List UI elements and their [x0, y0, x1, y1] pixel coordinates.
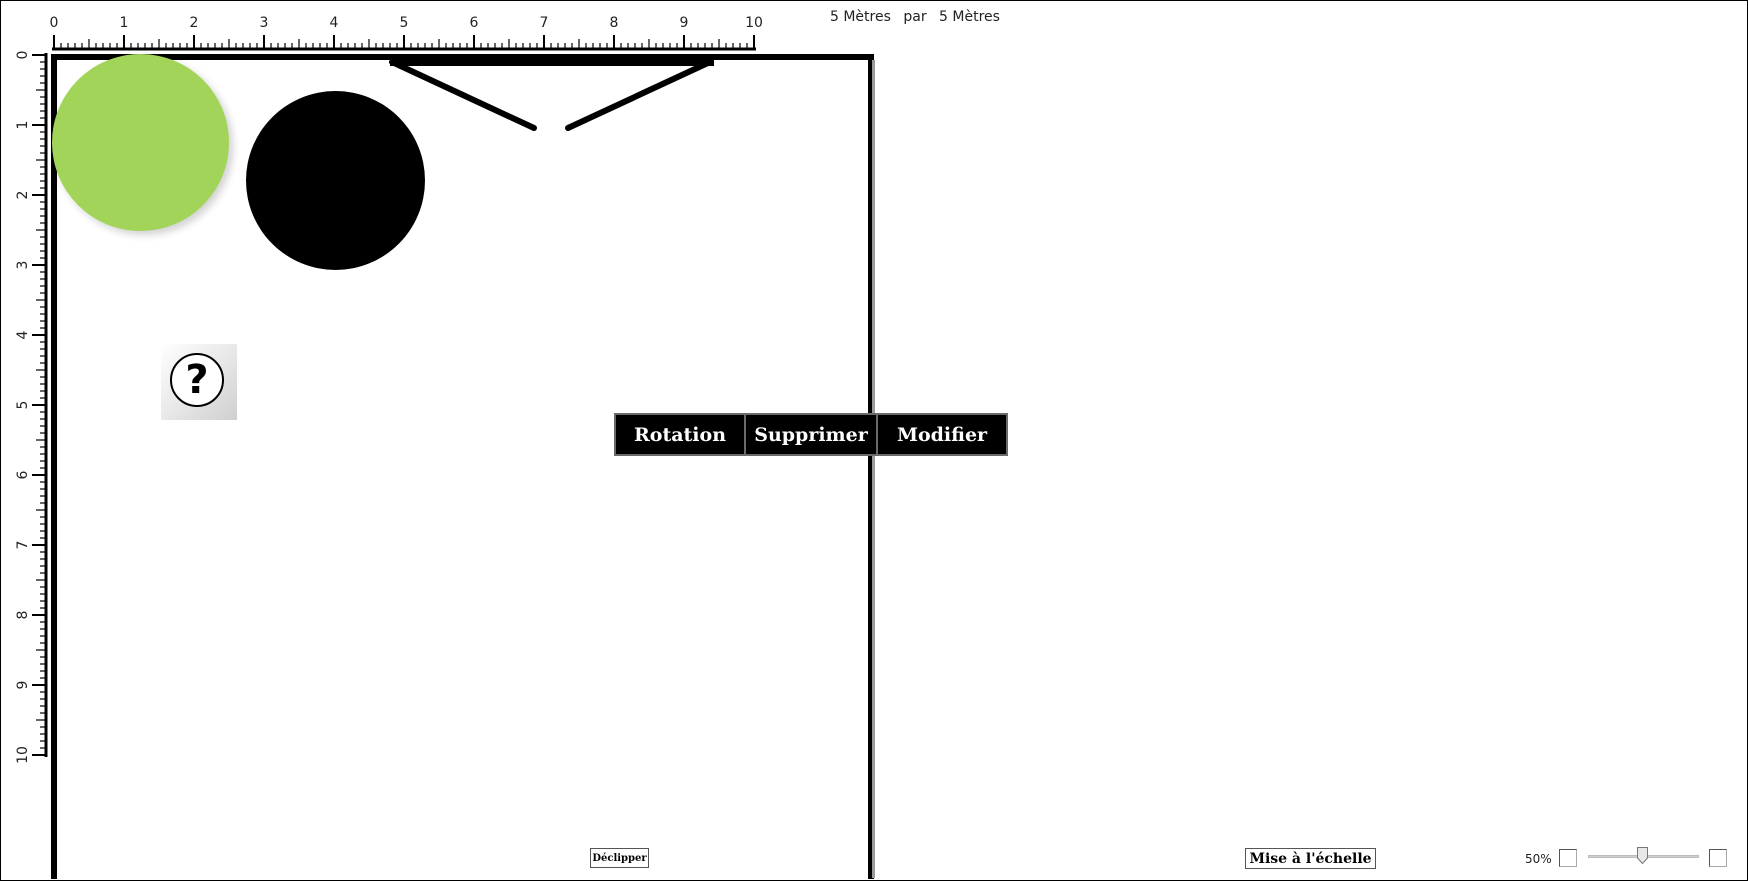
scale-button[interactable]: Mise à l'échelle	[1245, 848, 1376, 869]
window-pane-left	[389, 59, 537, 131]
window-pane-right	[565, 59, 713, 131]
context-menu: Rotation Supprimer Modifier	[614, 413, 1008, 456]
green-circle-object[interactable]	[52, 54, 229, 231]
declip-button[interactable]: Déclipper	[590, 848, 649, 868]
delete-button[interactable]: Supprimer	[744, 415, 876, 454]
window-frame	[390, 56, 714, 66]
zoom-in-icon[interactable]	[1709, 849, 1727, 867]
help-object[interactable]: ?	[161, 344, 237, 420]
modify-button[interactable]: Modifier	[876, 415, 1006, 454]
zoom-out-icon[interactable]	[1559, 849, 1577, 867]
rotation-button[interactable]: Rotation	[616, 415, 744, 454]
zoom-level: 50%	[1525, 852, 1552, 866]
black-circle-object[interactable]	[246, 91, 425, 270]
question-icon: ?	[170, 353, 224, 407]
zoom-slider-thumb[interactable]	[1637, 847, 1648, 864]
